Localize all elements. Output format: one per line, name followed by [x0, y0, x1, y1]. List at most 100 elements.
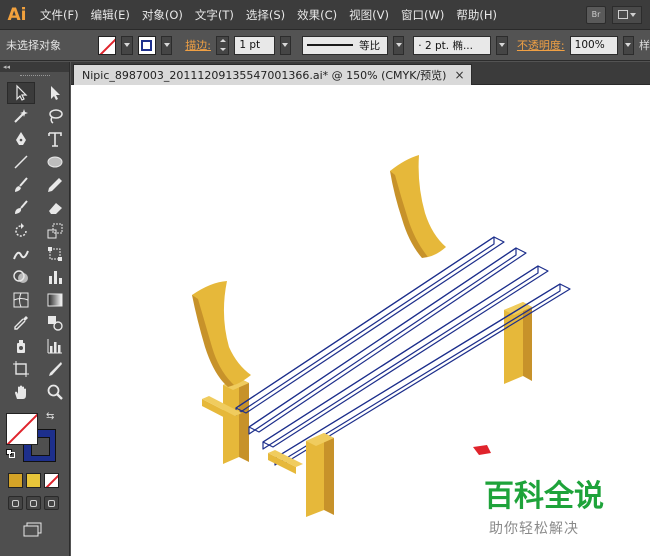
line-segment-tool[interactable] — [7, 151, 35, 173]
profile-dropdown[interactable] — [392, 35, 405, 55]
zoom-tool[interactable] — [41, 381, 69, 403]
eraser-tool[interactable] — [41, 197, 69, 219]
arrow-down-icon — [219, 47, 226, 51]
opacity-field[interactable]: 100% — [569, 35, 618, 55]
direct-selection-tool[interactable] — [41, 82, 69, 104]
leg-front-left — [223, 378, 249, 464]
fill-color-box[interactable] — [6, 413, 38, 445]
eyedropper-icon — [14, 316, 28, 330]
line-segment-icon — [14, 155, 28, 169]
stroke-weight-stepper[interactable] — [215, 35, 230, 55]
brush-definition[interactable]: · 2 pt. 椭... — [413, 35, 492, 55]
artboard-icon — [13, 361, 29, 377]
workspace-icon — [618, 10, 628, 19]
ellipse-tool[interactable] — [41, 151, 69, 173]
slice-tool[interactable] — [41, 358, 69, 380]
symbol-sprayer-tool[interactable] — [7, 335, 35, 357]
artboard-canvas[interactable]: 百科全说 助你轻松解决 — [71, 85, 650, 556]
brush-dropdown[interactable] — [496, 35, 508, 55]
fill-dropdown[interactable] — [121, 35, 133, 55]
magic-wand-tool[interactable] — [7, 105, 35, 127]
watermark-flag-icon — [473, 445, 491, 455]
screen-mode-button[interactable] — [22, 522, 44, 538]
selection-status: 未选择对象 — [6, 39, 61, 52]
bridge-button[interactable]: Br — [586, 5, 606, 24]
mesh-tool[interactable] — [7, 289, 35, 311]
opacity-dropdown[interactable] — [622, 35, 634, 55]
watermark: 百科全说 助你轻松解决 — [484, 471, 644, 538]
magic-wand-icon — [14, 109, 28, 123]
tools-panel: ◂◂ ⇆ — [0, 62, 70, 556]
slat-2 — [248, 247, 517, 435]
eyedropper-tool[interactable] — [7, 312, 35, 334]
none-mode-button[interactable] — [44, 473, 59, 488]
gradient-icon — [47, 293, 63, 307]
panel-collapse-button[interactable]: ◂◂ — [0, 62, 69, 72]
menu-edit[interactable]: 编辑(E) — [85, 0, 136, 30]
free-transform-tool[interactable] — [41, 243, 69, 265]
menu-select[interactable]: 选择(S) — [240, 0, 291, 30]
variable-width-profile[interactable]: 等比 — [302, 35, 388, 55]
stroke-square-icon — [141, 39, 153, 51]
draw-behind-button[interactable] — [26, 496, 41, 510]
color-controls: ⇆ — [0, 407, 69, 469]
column-graph-icon — [49, 271, 62, 284]
color-mode-button[interactable] — [8, 473, 23, 488]
pen-tool[interactable] — [7, 128, 35, 150]
opacity-label[interactable]: 不透明度: — [517, 37, 565, 53]
leg-front-middle — [306, 433, 334, 517]
workspace-switcher-button[interactable] — [612, 5, 642, 24]
draw-inside-button[interactable] — [44, 496, 59, 510]
menu-object[interactable]: 对象(O) — [136, 0, 189, 30]
shape-builder-icon — [13, 270, 28, 283]
menu-window[interactable]: 窗口(W) — [395, 0, 450, 30]
stroke-weight-field[interactable]: 1 pt — [234, 35, 275, 55]
selection-arrow-icon — [16, 84, 28, 101]
lasso-tool[interactable] — [41, 105, 69, 127]
blob-brush-tool[interactable] — [7, 197, 35, 219]
artboard-tool[interactable] — [7, 358, 35, 380]
selection-tool[interactable] — [7, 82, 35, 104]
gradient-tool[interactable] — [41, 289, 69, 311]
menu-view[interactable]: 视图(V) — [343, 0, 395, 30]
paintbrush-tool[interactable] — [7, 174, 35, 196]
rotate-tool[interactable] — [7, 220, 35, 242]
default-colors-icon[interactable] — [6, 449, 15, 458]
document-tab-bar: Nipic_8987003_20111209135547001366.ai* @… — [71, 62, 650, 85]
stroke-weight-dropdown[interactable] — [279, 35, 292, 55]
symbol-sprayer-icon — [17, 340, 25, 353]
column-graph-tool[interactable] — [41, 335, 69, 357]
swap-fill-stroke-icon[interactable]: ⇆ — [46, 411, 54, 422]
pencil-icon — [48, 178, 62, 192]
pencil-tool[interactable] — [41, 174, 69, 196]
seat-support-front — [268, 450, 303, 474]
document-tab[interactable]: Nipic_8987003_20111209135547001366.ai* @… — [73, 64, 472, 85]
stroke-dropdown[interactable] — [160, 35, 173, 55]
hand-tool[interactable] — [7, 381, 35, 403]
menu-help[interactable]: 帮助(H) — [450, 0, 503, 30]
warp-tool[interactable] — [7, 243, 35, 265]
menu-effect[interactable]: 效果(C) — [291, 0, 343, 30]
type-tool[interactable] — [41, 128, 69, 150]
free-transform-icon — [48, 247, 62, 261]
fill-swatch[interactable] — [98, 35, 117, 55]
close-icon[interactable]: × — [454, 68, 464, 82]
stroke-label[interactable]: 描边: — [185, 37, 211, 53]
watermark-subtitle: 助你轻松解决 — [489, 521, 579, 537]
blend-tool[interactable] — [41, 312, 69, 334]
menu-type[interactable]: 文字(T) — [189, 0, 240, 30]
pen-icon — [16, 132, 26, 145]
app-logo: Ai — [7, 4, 27, 25]
control-bar: 未选择对象 描边: 1 pt 等比 · 2 pt. 椭... 不透明度: 100… — [0, 30, 650, 61]
gradient-mode-button[interactable] — [26, 473, 41, 488]
type-icon — [48, 132, 62, 147]
shape-builder-tool[interactable] — [7, 266, 35, 288]
menu-file[interactable]: 文件(F) — [34, 0, 85, 30]
graph-tool[interactable] — [41, 266, 69, 288]
style-label-overflow: 样 — [639, 39, 650, 52]
panel-grip[interactable] — [0, 72, 69, 80]
stroke-swatch[interactable] — [137, 35, 156, 55]
draw-normal-button[interactable] — [8, 496, 23, 510]
arrow-up-icon — [219, 39, 226, 43]
scale-tool[interactable] — [41, 220, 69, 242]
